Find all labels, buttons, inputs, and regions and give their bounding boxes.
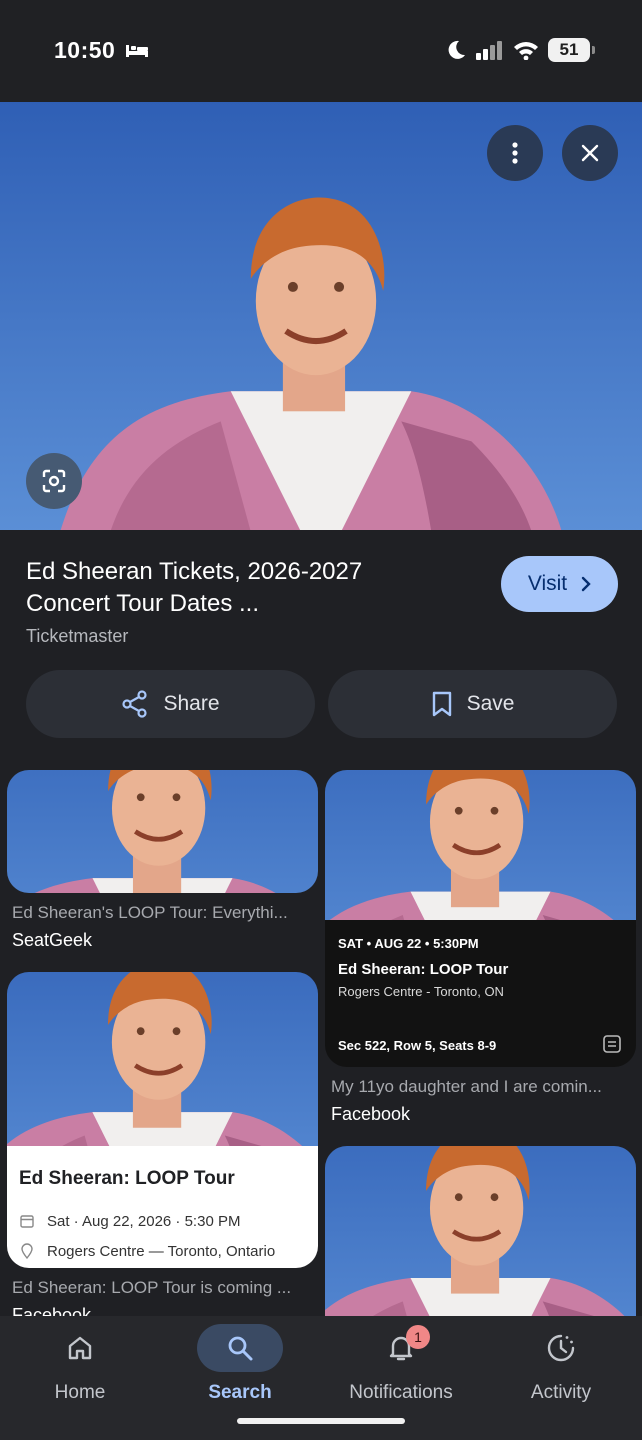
signal-icon — [476, 41, 502, 60]
history-icon — [547, 1334, 575, 1362]
related-image-card[interactable] — [325, 1146, 636, 1316]
visit-button[interactable]: Visit — [501, 556, 618, 612]
event-date: Sat · Aug 22, 2026 · 5:30 PM — [47, 1213, 241, 1230]
location-pin-icon — [21, 1243, 33, 1259]
related-title[interactable]: Ed Sheeran: LOOP Tour is coming ... — [12, 1278, 314, 1298]
sleep-mode-icon — [126, 45, 148, 57]
moon-icon — [448, 40, 465, 59]
chevron-right-icon — [581, 576, 591, 592]
nav-notifications[interactable]: 1 Notifications — [321, 1316, 481, 1426]
wifi-icon — [514, 42, 538, 60]
ticket-info: SAT • AUG 22 • 5:30PM Ed Sheeran: LOOP T… — [325, 920, 636, 1067]
google-lens-button[interactable] — [26, 453, 82, 509]
status-time: 10:50 — [54, 37, 116, 63]
ticket-date: SAT • AUG 22 • 5:30PM — [338, 936, 479, 951]
related-source: Facebook — [331, 1104, 411, 1124]
related-image-card[interactable] — [7, 770, 318, 893]
lens-small-icon — [603, 1035, 621, 1053]
save-button[interactable]: Save — [328, 670, 617, 738]
event-name: Ed Sheeran: LOOP Tour — [19, 1168, 235, 1189]
share-label: Share — [163, 692, 220, 715]
result-source: Ticketmaster — [26, 626, 129, 646]
related-image-card[interactable]: Ed Sheeran: LOOP Tour Sat · Aug 22, 2026… — [7, 972, 318, 1268]
share-icon — [122, 690, 148, 718]
event-venue: Rogers Centre — Toronto, Ontario — [47, 1243, 276, 1260]
related-source: Facebook — [12, 1305, 92, 1316]
save-label: Save — [466, 692, 515, 715]
ticket-event-name: Ed Sheeran: LOOP Tour — [338, 961, 509, 978]
nav-notifications-label: Notifications — [349, 1382, 453, 1403]
nav-activity-label: Activity — [530, 1382, 592, 1403]
home-indicator — [237, 1418, 405, 1424]
event-info: Ed Sheeran: LOOP Tour Sat · Aug 22, 2026… — [7, 1146, 318, 1268]
ticket-seats: Sec 522, Row 5, Seats 8-9 — [338, 1038, 497, 1053]
more-options-button[interactable] — [487, 125, 543, 181]
bookmark-icon — [432, 691, 451, 717]
visit-label: Visit — [527, 572, 568, 595]
home-icon — [68, 1336, 92, 1360]
notification-badge: 1 — [406, 1325, 430, 1349]
result-title[interactable]: Ed Sheeran Tickets, 2026-2027 Concert To… — [26, 556, 446, 620]
lens-icon — [42, 469, 66, 493]
hero-image[interactable] — [0, 102, 642, 530]
ticket-venue: Rogers Centre - Toronto, ON — [338, 984, 504, 999]
nav-search[interactable]: Search — [160, 1316, 320, 1426]
nav-home-label: Home — [54, 1382, 106, 1403]
nav-search-label: Search — [208, 1382, 272, 1403]
related-title[interactable]: Ed Sheeran's LOOP Tour: Everythi... — [12, 903, 314, 923]
search-icon — [228, 1336, 253, 1361]
status-bar: 10:50 51 — [0, 0, 642, 102]
nav-home[interactable]: Home — [0, 1316, 160, 1426]
battery-indicator: 51 — [548, 38, 595, 62]
share-button[interactable]: Share — [26, 670, 315, 738]
close-icon — [581, 144, 599, 162]
close-button[interactable] — [562, 125, 618, 181]
calendar-icon — [20, 1215, 34, 1228]
nav-activity[interactable]: Activity — [481, 1316, 641, 1426]
more-vert-icon — [512, 142, 518, 164]
related-source: SeatGeek — [12, 930, 93, 950]
related-title[interactable]: My 11yo daughter and I are comin... — [331, 1077, 633, 1097]
related-image-card[interactable]: SAT • AUG 22 • 5:30PM Ed Sheeran: LOOP T… — [325, 770, 636, 1067]
